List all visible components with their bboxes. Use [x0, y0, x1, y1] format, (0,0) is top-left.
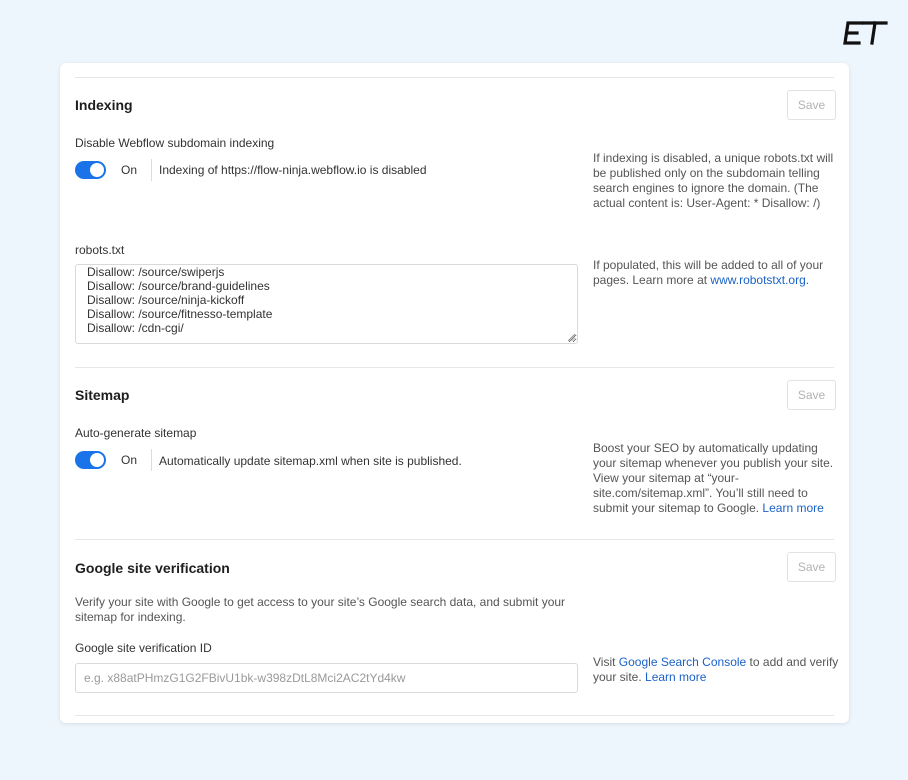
indexing-title: Indexing	[75, 97, 133, 113]
et-logo-icon	[843, 21, 888, 45]
google-verification-id-input[interactable]	[75, 663, 578, 693]
sitemap-save-button[interactable]: Save	[787, 380, 836, 410]
google-learn-more-link[interactable]: Learn more	[645, 670, 706, 684]
google-help-text: Visit Google Search Console to add and v…	[593, 655, 839, 685]
toggle-knob	[90, 453, 104, 467]
robots-line: Disallow: /source/swiperjs	[87, 265, 225, 279]
brand-logo	[842, 18, 888, 48]
toggle-knob	[90, 163, 104, 177]
auto-sitemap-toggle[interactable]	[75, 451, 106, 469]
toggle-separator	[151, 159, 152, 181]
toggle-separator	[151, 449, 152, 471]
robots-textarea[interactable]: Disallow: /source/swiperjs Disallow: /sou…	[75, 264, 578, 344]
sitemap-divider	[75, 539, 834, 540]
robots-label: robots.txt	[75, 243, 125, 257]
google-help-prefix: Visit	[593, 655, 619, 669]
robots-line: Disallow: /source/brand-guidelines	[87, 279, 270, 293]
robotstxt-link[interactable]: www.robotstxt.org	[710, 273, 805, 287]
indexing-help-text: If indexing is disabled, a unique robots…	[593, 151, 834, 210]
sitemap-toggle-state: On	[121, 453, 138, 467]
disable-indexing-label: Disable Webflow subdomain indexing	[75, 136, 275, 150]
sitemap-learn-more-link[interactable]: Learn more	[762, 501, 823, 515]
sitemap-title: Sitemap	[75, 387, 130, 403]
google-verification-title: Google site verification	[75, 560, 230, 576]
google-save-button[interactable]: Save	[787, 552, 836, 582]
auto-sitemap-label: Auto-generate sitemap	[75, 426, 197, 440]
bottom-divider	[75, 715, 834, 716]
robots-help-suffix: .	[805, 273, 810, 287]
robots-help-text: If populated, this will be added to all …	[593, 258, 839, 288]
settings-card: Indexing Save Disable Webflow subdomain …	[60, 63, 849, 723]
google-search-console-link[interactable]: Google Search Console	[619, 655, 746, 669]
indexing-status-text: Indexing of https://flow-ninja.webflow.i…	[159, 163, 427, 177]
indexing-divider	[75, 367, 834, 368]
top-divider	[75, 77, 834, 78]
robots-line: Disallow: /source/fitnesso-template	[87, 307, 273, 321]
resize-grip-icon[interactable]	[568, 334, 575, 341]
robots-line: Disallow: /cdn-cgi/	[87, 321, 184, 335]
disable-indexing-toggle[interactable]	[75, 161, 106, 179]
robots-content: Disallow: /source/swiperjs Disallow: /sou…	[87, 265, 566, 335]
indexing-toggle-state: On	[121, 163, 138, 177]
google-description: Verify your site with Google to get acce…	[75, 595, 566, 624]
google-id-label: Google site verification ID	[75, 641, 212, 655]
sitemap-status-text: Automatically update sitemap.xml when si…	[159, 454, 462, 468]
robots-line: Disallow: /source/ninja-kickoff	[87, 293, 245, 307]
indexing-save-button[interactable]: Save	[787, 90, 836, 120]
sitemap-help-text: Boost your SEO by automatically updating…	[593, 441, 839, 516]
